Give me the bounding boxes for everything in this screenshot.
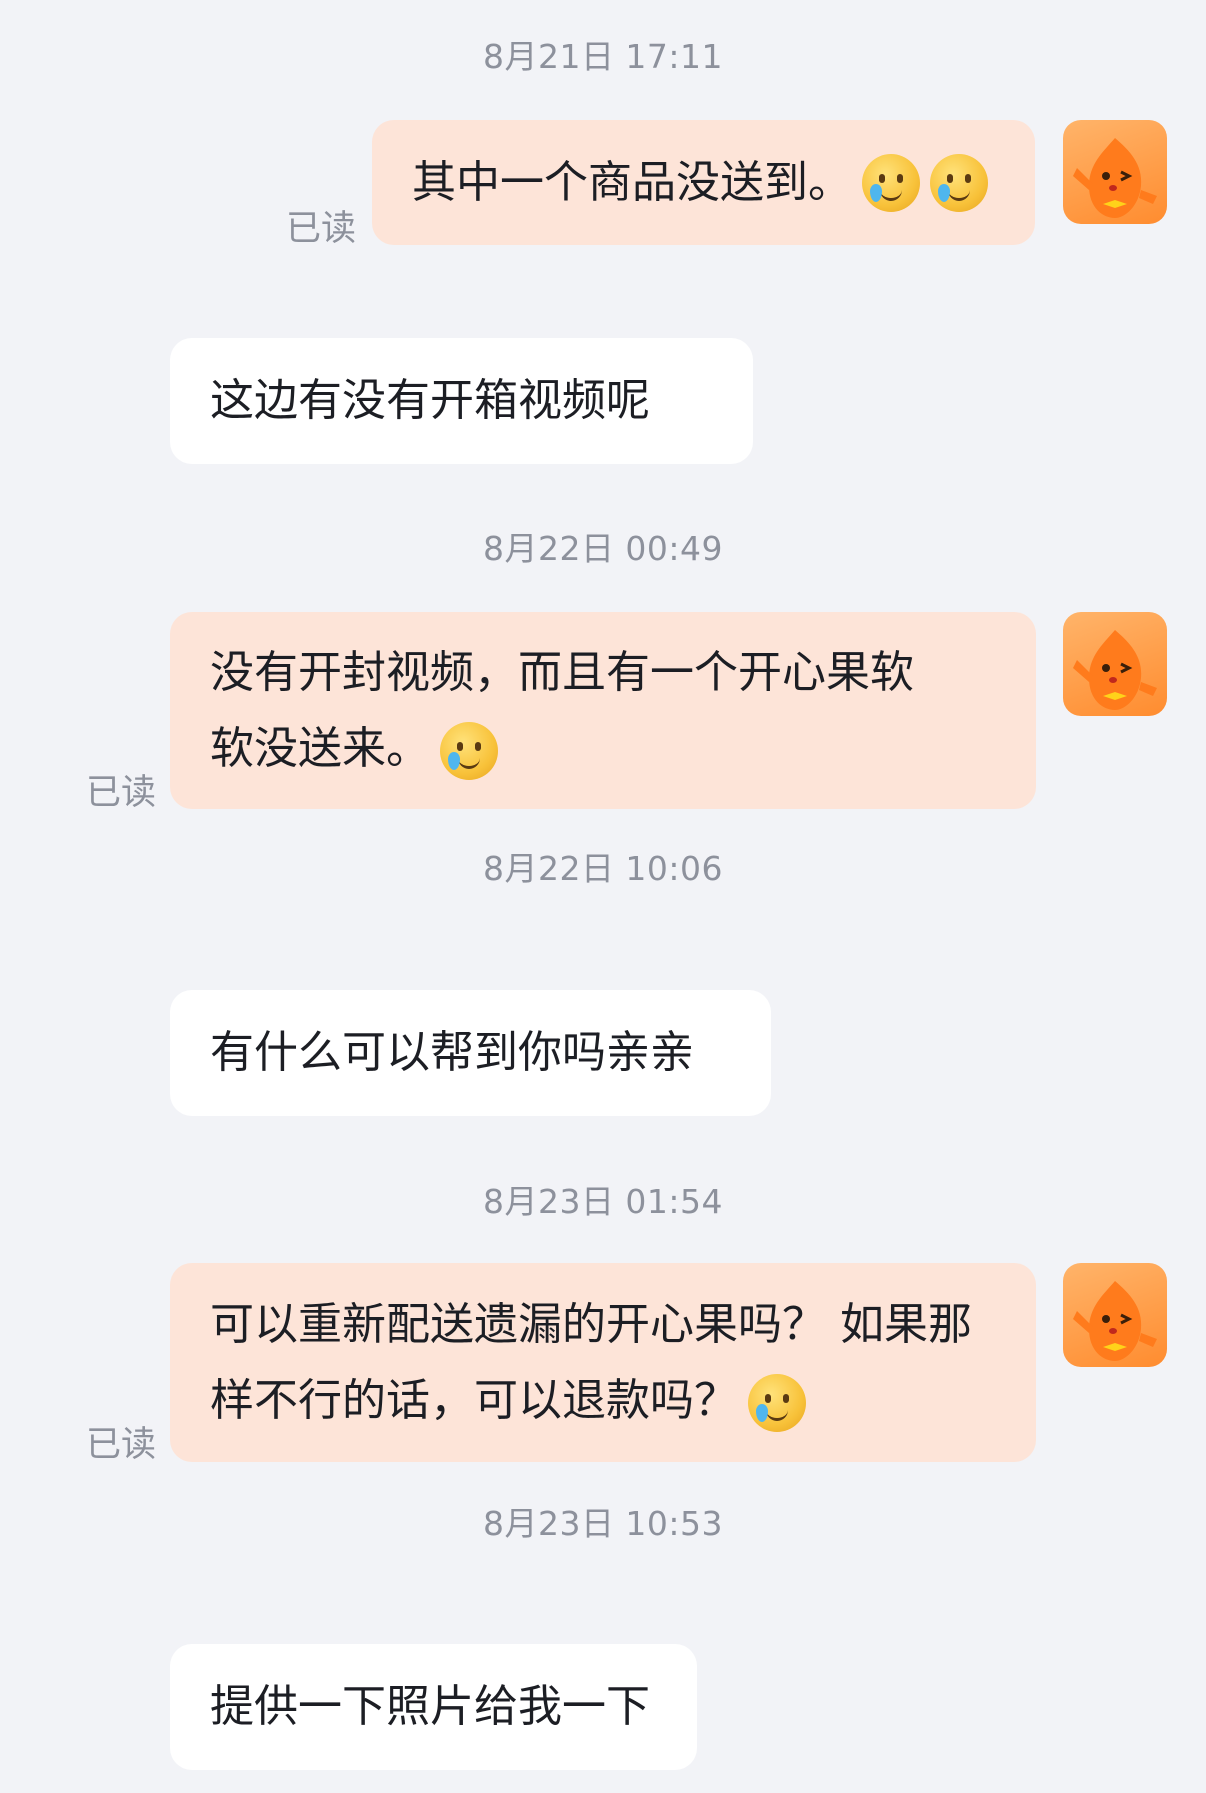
orange-mascot-avatar-icon[interactable] [1063, 612, 1167, 716]
read-status: 已读 [86, 773, 157, 813]
read-status: 已读 [86, 1425, 157, 1465]
message-bubble-received[interactable]: 提供一下照片给我一下 [170, 1644, 697, 1770]
timestamp: 8月23日 10:53 [482, 1504, 724, 1543]
message-text: 这边有没有开箱视频呢 [210, 375, 650, 426]
message-bubble-sent[interactable]: 其中一个商品没送到。 [372, 120, 1035, 245]
message-text: 没有开封视频，而且有一个开心果软软没送来。 [210, 635, 940, 787]
message-text: 有什么可以帮到你吗亲亲 [210, 1027, 694, 1078]
message-text: 可以重新配送遗漏的开心果吗？ 如果那样不行的话，可以退款吗？ [210, 1287, 996, 1439]
orange-mascot-avatar-icon[interactable] [1063, 120, 1167, 224]
orange-mascot-avatar-icon[interactable] [1063, 1263, 1167, 1367]
message-bubble-sent[interactable]: 可以重新配送遗漏的开心果吗？ 如果那样不行的话，可以退款吗？ [170, 1263, 1036, 1462]
crying-smile-emoji-icon [748, 1373, 806, 1432]
timestamp: 8月22日 10:06 [482, 849, 724, 888]
message-bubble-sent[interactable]: 没有开封视频，而且有一个开心果软软没送来。 [170, 612, 1036, 809]
crying-smile-emoji-icon [440, 721, 498, 780]
crying-smile-emoji-icon [862, 153, 920, 212]
message-bubble-received[interactable]: 有什么可以帮到你吗亲亲 [170, 990, 771, 1116]
message-text: 其中一个商品没送到。 [412, 156, 852, 208]
timestamp: 8月22日 00:49 [482, 529, 724, 568]
read-status: 已读 [286, 209, 357, 249]
crying-smile-emoji-icon [930, 153, 988, 212]
message-text: 提供一下照片给我一下 [210, 1681, 650, 1732]
message-bubble-received[interactable]: 这边有没有开箱视频呢 [170, 338, 753, 464]
timestamp: 8月23日 01:54 [482, 1182, 724, 1221]
timestamp: 8月21日 17:11 [482, 37, 724, 76]
